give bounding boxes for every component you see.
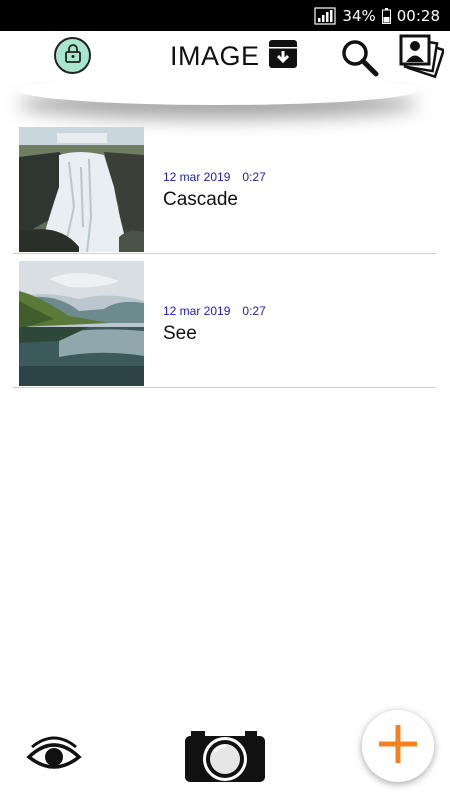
signal-icon — [314, 6, 337, 25]
page-title: IMAGE — [170, 40, 260, 71]
status-bar: 34% 00:28 — [0, 0, 450, 31]
lock-icon — [64, 43, 82, 68]
search-icon — [340, 40, 380, 82]
clock: 00:28 — [396, 6, 440, 25]
date-line: 12 mar 2019 0:27 — [163, 304, 266, 318]
battery-icon — [381, 7, 391, 24]
item-time: 0:27 — [242, 304, 266, 318]
item-date: 12 mar 2019 — [163, 170, 231, 184]
gallery-button[interactable] — [398, 33, 446, 79]
archive-download-icon[interactable] — [268, 39, 298, 74]
date-line: 12 mar 2019 0:27 — [163, 170, 266, 184]
add-button[interactable] — [362, 710, 434, 782]
list-item[interactable]: 12 mar 2019 0:27 Cascade — [13, 120, 436, 254]
add-icon — [377, 723, 419, 770]
gallery-icon — [398, 34, 446, 83]
item-title: See — [163, 323, 197, 344]
item-date: 12 mar 2019 — [163, 304, 231, 318]
note-list: 12 mar 2019 0:27 Cascade 12 mar 2019 0:27 — [0, 120, 450, 388]
item-time: 0:27 — [242, 170, 266, 184]
list-item[interactable]: 12 mar 2019 0:27 See — [13, 254, 436, 388]
view-button[interactable] — [26, 735, 82, 775]
title-group[interactable]: IMAGE — [170, 39, 298, 74]
search-button[interactable] — [340, 38, 380, 78]
thumbnail-waterfall — [19, 127, 144, 252]
battery-percent: 34% — [342, 6, 376, 25]
item-meta: 12 mar 2019 0:27 Cascade — [163, 170, 266, 211]
camera-icon — [183, 731, 267, 788]
thumbnail-lake — [19, 261, 144, 386]
status-right: 34% 00:28 — [314, 0, 440, 31]
lock-button[interactable] — [54, 37, 91, 74]
camera-button[interactable] — [183, 730, 267, 784]
item-title: Cascade — [163, 189, 238, 210]
item-meta: 12 mar 2019 0:27 See — [163, 304, 266, 345]
eye-icon — [26, 736, 82, 779]
